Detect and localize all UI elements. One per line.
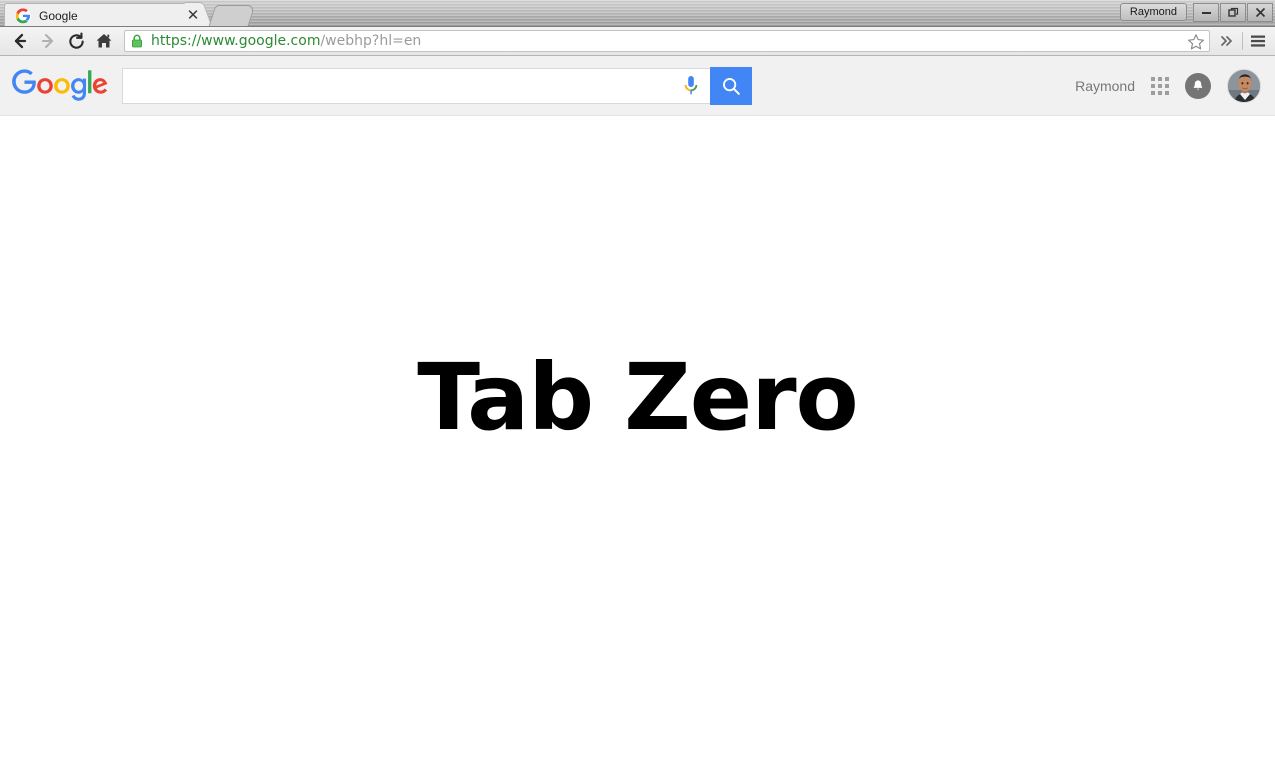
toolbar-divider <box>1242 32 1243 50</box>
magnifier-icon <box>723 77 740 95</box>
url-origin: https://www.google.com <box>151 33 321 49</box>
address-bar-url: https://www.google.com/webhp?hl=en <box>151 33 421 49</box>
page-content: Tab Zero <box>0 116 1275 761</box>
padlock-secure-icon <box>131 34 145 48</box>
window-profile-label: Raymond <box>1129 6 1177 18</box>
google-search-input-wrap[interactable] <box>122 67 710 104</box>
window-close-button[interactable] <box>1247 2 1273 22</box>
google-header-bar: Raymond <box>0 56 1275 116</box>
window-minimize-button[interactable] <box>1193 2 1219 22</box>
browser-tab-google[interactable]: Google ✕ <box>4 3 201 26</box>
google-search-area <box>122 66 752 105</box>
browser-toolbar: https://www.google.com/webhp?hl=en <box>0 27 1275 56</box>
window-controls: Raymond <box>1119 1 1273 23</box>
page-headline: Tab Zero <box>417 344 859 451</box>
bell-icon[interactable] <box>1185 72 1211 99</box>
tab-close-icon[interactable]: ✕ <box>185 7 201 24</box>
forward-button[interactable] <box>34 28 62 54</box>
chrome-menu-icon[interactable] <box>1247 28 1269 54</box>
window-profile-button[interactable]: Raymond <box>1119 3 1187 21</box>
window-restore-button[interactable] <box>1220 2 1246 22</box>
search-input[interactable] <box>123 69 682 102</box>
address-bar[interactable]: https://www.google.com/webhp?hl=en <box>124 30 1210 52</box>
overflow-chevrons-icon[interactable] <box>1216 28 1238 54</box>
google-g-icon <box>15 7 31 24</box>
tab-title: Google <box>39 8 78 23</box>
apps-grid-icon[interactable] <box>1151 76 1169 95</box>
user-avatar[interactable] <box>1227 68 1261 103</box>
browser-title-bar: Google ✕ Raymond <box>0 0 1275 27</box>
google-logo[interactable] <box>12 69 108 103</box>
search-button[interactable] <box>710 66 752 105</box>
toolbar-right-icons <box>1216 28 1269 54</box>
url-path: /webhp?hl=en <box>320 33 422 49</box>
reload-button[interactable] <box>62 28 90 54</box>
back-button[interactable] <box>6 28 34 54</box>
bookmark-star-icon[interactable] <box>1187 33 1205 51</box>
microphone-icon[interactable] <box>682 74 700 98</box>
home-button[interactable] <box>90 28 118 54</box>
new-tab-button[interactable] <box>208 5 256 26</box>
account-username[interactable]: Raymond <box>1075 78 1135 94</box>
google-account-area: Raymond <box>1075 68 1261 103</box>
